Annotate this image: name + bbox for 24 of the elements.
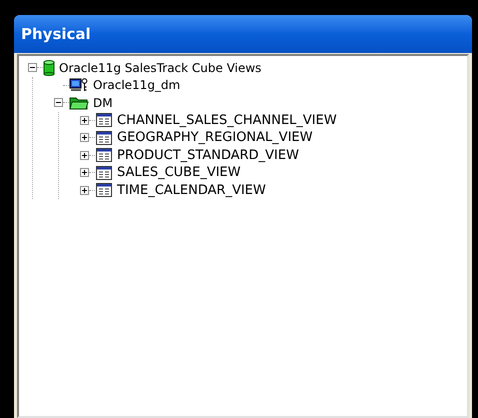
expand-icon[interactable] bbox=[80, 133, 89, 142]
table-icon bbox=[95, 182, 113, 198]
tree-item-label[interactable]: DM bbox=[93, 94, 113, 112]
computer-key-icon bbox=[69, 77, 89, 94]
collapse-icon[interactable] bbox=[28, 63, 37, 72]
table-icon bbox=[95, 112, 113, 128]
database-icon bbox=[43, 60, 55, 76]
table-icon bbox=[95, 147, 113, 164]
tree-item-label[interactable]: PRODUCT_STANDARD_VIEW bbox=[117, 146, 299, 165]
table-icon bbox=[95, 130, 113, 146]
table-icon bbox=[95, 164, 113, 181]
tree-item-label[interactable]: Oracle11g_dm bbox=[93, 76, 180, 94]
tree-item-label[interactable]: TIME_CALENDAR_VIEW bbox=[117, 180, 266, 200]
expand-icon[interactable] bbox=[80, 150, 89, 160]
window-title: Physical bbox=[21, 24, 91, 45]
expand-icon[interactable] bbox=[80, 116, 89, 125]
expand-icon[interactable] bbox=[80, 186, 89, 195]
tree-item-label[interactable]: SALES_CUBE_VIEW bbox=[117, 163, 241, 182]
collapse-icon[interactable] bbox=[54, 98, 63, 108]
tree-item-label[interactable]: GEOGRAPHY_REGIONAL_VIEW bbox=[117, 128, 313, 148]
folder-icon bbox=[69, 94, 89, 111]
expand-icon[interactable] bbox=[80, 168, 89, 178]
tree-item-label[interactable]: CHANNEL_SALES_CHANNEL_VIEW bbox=[117, 110, 337, 130]
tree-item-label[interactable]: Oracle11g SalesTrack Cube Views bbox=[59, 58, 262, 77]
